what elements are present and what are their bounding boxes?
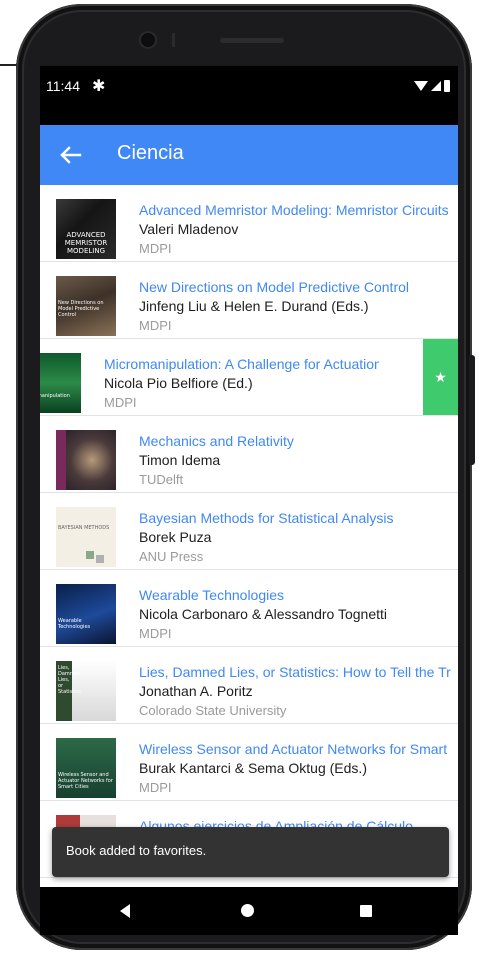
status-bar: 11:44 ✱ [40, 66, 458, 125]
book-author: Nicola Pio Belfiore (Ed.) [104, 375, 253, 391]
book-cover: BAYESIAN METHODS [56, 507, 116, 567]
star-icon: ★ [434, 368, 447, 385]
list-item-content: New Directions on Model Predictive Contr… [40, 262, 458, 338]
nav-recents-icon[interactable] [360, 905, 372, 917]
speaker-grille [220, 38, 284, 43]
book-text: New Directions on Model Predictive Contr… [139, 278, 451, 335]
book-text: Advanced Memristor Modeling: Memristor C… [139, 201, 451, 258]
book-publisher: MDPI [139, 626, 172, 641]
book-author: Jinfeng Liu & Helen E. Durand (Eds.) [139, 298, 369, 314]
list-item-book-3[interactable]: micromanipulation Micromanipulation: A C… [40, 339, 458, 416]
list-item-content: BAYESIAN METHODS Bayesian Methods for St… [40, 493, 458, 569]
list-item-content: Mechanics and Relativity Timon Idema TUD… [40, 416, 458, 492]
book-title: Wireless Sensor and Actuator Networks fo… [139, 741, 451, 757]
list-item-content: Wireless Sensor and Actuator Networks fo… [40, 724, 458, 800]
camera-icon [141, 33, 155, 47]
book-cover [56, 430, 116, 490]
side-button [469, 355, 475, 465]
book-text: Lies, Damned Lies, or Statistics: How to… [139, 663, 451, 720]
book-publisher: TUDelft [139, 472, 184, 487]
cover-decoration [86, 551, 94, 559]
list-item-content: Lies, Damned Lies, or Statistics Lies, D… [40, 647, 458, 723]
list-item-book-7[interactable]: Lies, Damned Lies, or Statistics Lies, D… [40, 647, 458, 724]
list-item-book-1[interactable]: ADVANCED MEMRISTOR MODELING Advanced Mem… [40, 185, 458, 262]
book-text: Mechanics and Relativity Timon Idema TUD… [139, 432, 451, 489]
book-publisher: MDPI [139, 318, 172, 333]
book-publisher: MDPI [139, 780, 172, 795]
list-item-book-5[interactable]: BAYESIAN METHODS Bayesian Methods for St… [40, 493, 458, 570]
list-item-book-6[interactable]: Wearable Technologies Wearable Technolog… [40, 570, 458, 647]
book-title: Mechanics and Relativity [139, 433, 294, 449]
book-author: Valeri Mladenov [139, 221, 239, 237]
status-time: 11:44 [46, 78, 80, 94]
cover-text: Wireless Sensor and Actuator Networks fo… [58, 772, 113, 790]
app-bar: Ciencia [40, 125, 458, 185]
book-text: Micromanipulation: A Challenge for Actua… [104, 355, 379, 412]
book-author: Nicola Carbonaro & Alessandro Tognetti [139, 606, 388, 622]
book-title: Bayesian Methods for Statistical Analysi… [139, 510, 394, 526]
book-cover: Wearable Technologies [56, 584, 116, 644]
cover-spine [56, 430, 66, 490]
list-item-book-8[interactable]: Wireless Sensor and Actuator Networks fo… [40, 724, 458, 801]
list-item-content: ADVANCED MEMRISTOR MODELING Advanced Mem… [40, 185, 458, 261]
list-item-content: Wearable Technologies Wearable Technolog… [40, 570, 458, 646]
list-item-content: micromanipulation Micromanipulation: A C… [40, 339, 423, 415]
book-author: Jonathan A. Poritz [139, 683, 253, 699]
book-author: Borek Puza [139, 529, 212, 545]
book-publisher: MDPI [104, 395, 137, 410]
book-title: New Directions on Model Predictive Contr… [139, 279, 409, 295]
cover-decoration [96, 555, 104, 563]
book-cover: ADVANCED MEMRISTOR MODELING [56, 199, 116, 259]
cover-text: New Directions on Model Predictive Contr… [58, 300, 104, 318]
snackbar-message: Book added to favorites. [66, 843, 207, 858]
wifi-icon [414, 81, 428, 91]
book-title: Micromanipulation: A Challenge for Actua… [104, 356, 379, 372]
favorite-action[interactable]: ★ [423, 339, 458, 415]
navigation-bar [40, 887, 458, 935]
book-text: Bayesian Methods for Statistical Analysi… [139, 509, 451, 566]
status-icons [414, 80, 450, 92]
cover-text: Lies, Damned Lies, or Statistics [58, 665, 81, 695]
book-cover: Wireless Sensor and Actuator Networks fo… [56, 738, 116, 798]
signal-icon [431, 81, 441, 91]
book-title: Wearable Technologies [139, 587, 285, 603]
cover-text: micromanipulation [40, 393, 70, 399]
battery-icon [444, 80, 450, 92]
screen: 11:44 ✱ Ciencia ADVANCED MEMRISTOR MODEL… [40, 66, 458, 887]
book-text: Wireless Sensor and Actuator Networks fo… [139, 740, 451, 797]
nav-back-icon[interactable] [120, 904, 130, 918]
book-list[interactable]: ADVANCED MEMRISTOR MODELING Advanced Mem… [40, 185, 458, 878]
nav-home-icon[interactable] [241, 904, 254, 917]
book-title: Advanced Memristor Modeling: Memristor C… [139, 202, 451, 218]
snackbar: Book added to favorites. [52, 827, 449, 877]
back-button[interactable] [54, 139, 86, 171]
gear-icon: ✱ [92, 78, 106, 95]
book-author: Timon Idema [139, 452, 221, 468]
book-publisher: ANU Press [139, 549, 204, 564]
page-title: Ciencia [117, 142, 184, 164]
book-title: Lies, Damned Lies, or Statistics: How to… [139, 664, 451, 680]
book-cover: micromanipulation [40, 353, 81, 413]
cover-text: BAYESIAN METHODS [58, 525, 110, 531]
book-author: Burak Kantarci & Sema Oktug (Eds.) [139, 760, 367, 776]
cover-text: ADVANCED MEMRISTOR MODELING [64, 231, 108, 255]
book-publisher: MDPI [139, 241, 172, 256]
list-item-book-2[interactable]: New Directions on Model Predictive Contr… [40, 262, 458, 339]
cover-text: Wearable Technologies [58, 618, 91, 630]
book-publisher: Colorado State University [139, 703, 287, 718]
sensor-mark [172, 33, 175, 47]
book-cover: New Directions on Model Predictive Contr… [56, 276, 116, 336]
book-cover: Lies, Damned Lies, or Statistics [56, 661, 116, 721]
book-text: Wearable Technologies Nicola Carbonaro &… [139, 586, 451, 643]
arrow-left-icon [60, 146, 82, 164]
list-item-book-4[interactable]: Mechanics and Relativity Timon Idema TUD… [40, 416, 458, 493]
